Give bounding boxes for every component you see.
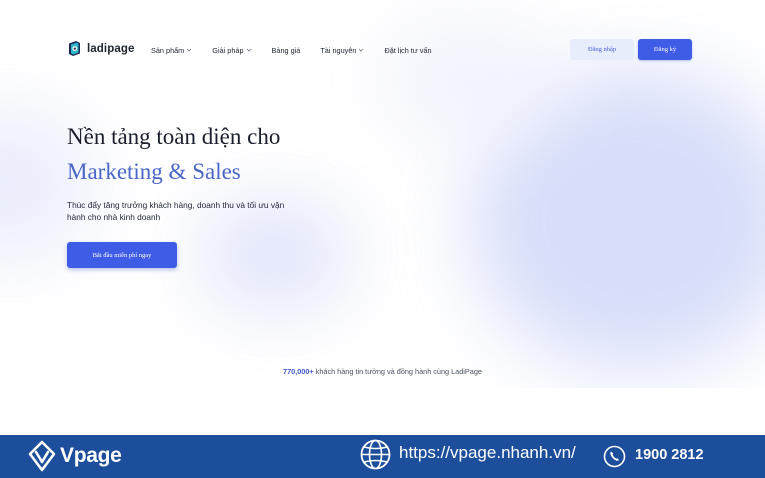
nav-item-label: Bảng giá: [271, 45, 301, 55]
nav-item-label: Đặt lịch tư vấn: [384, 45, 432, 55]
signup-button[interactable]: Đăng ký: [638, 39, 692, 60]
nav-item-book-consultation[interactable]: Đặt lịch tư vấn: [384, 46, 431, 55]
globe-icon: [360, 439, 391, 470]
ladipage-logo-icon: [69, 41, 80, 56]
landing-page: ladipage Sản phẩm Giải pháp Bảng giá Tài…: [0, 0, 765, 435]
chevron-down-icon: [359, 48, 364, 52]
hero-description: Thúc đẩy tăng trưởng khách hàng, doanh t…: [67, 200, 285, 222]
brand-logo[interactable]: ladipage: [67, 40, 134, 57]
nav-item-products[interactable]: Sản phẩm: [151, 46, 192, 55]
hero-title-accent: Marketing & Sales: [67, 159, 241, 184]
nav-item-label: Sản phẩm: [151, 45, 185, 55]
start-free-button[interactable]: Bắt đầu miễn phí ngay: [67, 242, 177, 268]
trust-text: khách hàng tin tưởng và đồng hành cùng L…: [315, 367, 482, 376]
nav-item-label: Giải pháp: [212, 45, 244, 55]
nav-item-pricing[interactable]: Bảng giá: [272, 46, 301, 55]
trust-statement: 770,000+ khách hàng tin tưởng và đồng hà…: [0, 367, 765, 376]
nav-item-solutions[interactable]: Giải pháp: [212, 46, 251, 55]
nav-item-label: Tài nguyên: [320, 45, 357, 55]
background-glow: [470, 70, 765, 370]
vpage-brand: Vpage: [27, 440, 122, 472]
page-bottom-band: [0, 388, 765, 435]
brand-name: ladipage: [87, 42, 135, 55]
nav-item-resources[interactable]: Tài nguyên: [320, 46, 364, 55]
chevron-down-icon: [246, 48, 251, 52]
background-glow: [380, 20, 560, 140]
hotline-number[interactable]: 1900 2812: [635, 447, 704, 463]
chevron-down-icon: [186, 48, 192, 52]
vpage-logo-icon: [28, 440, 56, 472]
login-button[interactable]: Đăng nhập: [570, 39, 634, 60]
customer-count: 770,000+: [283, 367, 314, 376]
hero-title: Nền tảng toàn diện cho: [67, 124, 281, 149]
main-nav: Sản phẩm Giải pháp Bảng giá Tài nguyên Đ…: [151, 44, 452, 56]
website-url[interactable]: https://vpage.nhanh.vn/: [399, 443, 576, 463]
phone-icon: [603, 445, 626, 468]
vpage-brand-name: Vpage: [60, 444, 122, 467]
